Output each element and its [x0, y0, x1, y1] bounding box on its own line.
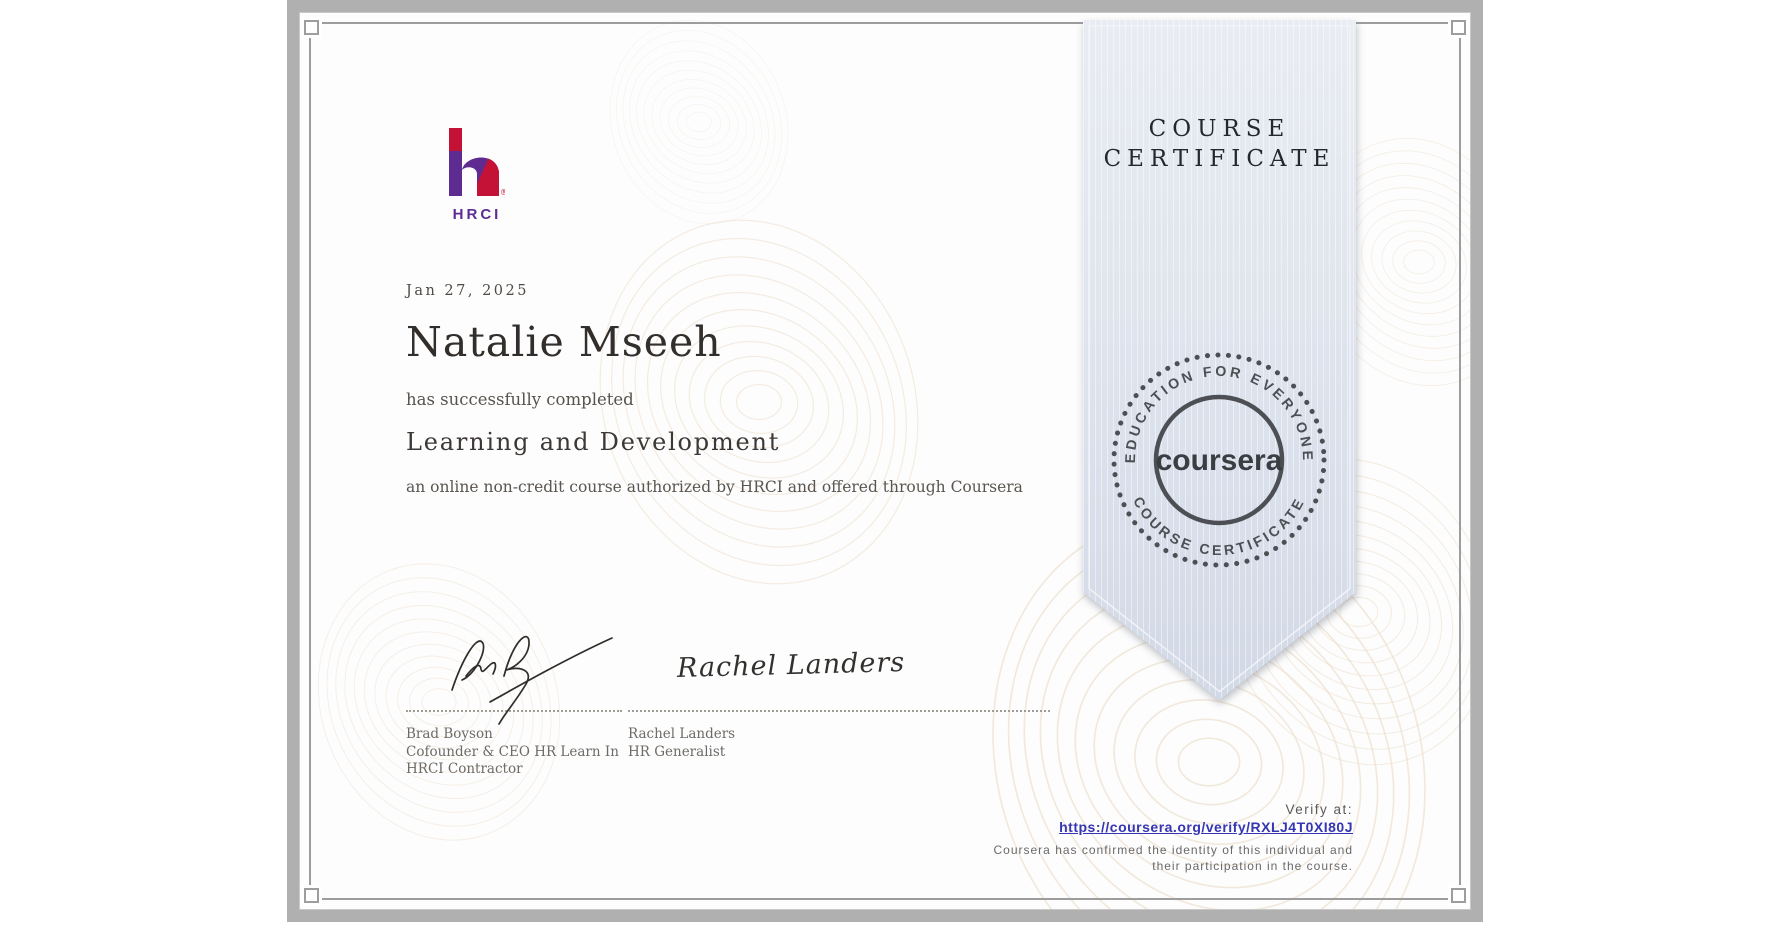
completion-text: has successfully completed: [406, 390, 634, 409]
signatory-title: HRCI Contractor: [406, 761, 523, 777]
signatory-name: Rachel Landers: [628, 726, 736, 742]
ribbon-title: COURSE CERTIFICATE: [1103, 116, 1336, 172]
verify-note: Coursera has confirmed the identity of t…: [993, 843, 1353, 873]
issue-date: Jan 27, 2025: [406, 283, 529, 299]
signatory-block: Rachel Landers HR Generalist: [628, 726, 735, 761]
verify-label: Verify at:: [1285, 802, 1353, 817]
verify-block: Verify at: https://coursera.org/verify/R…: [994, 802, 1354, 874]
svg-text:COURSE CERTIFICATE: COURSE CERTIFICATE: [1129, 494, 1309, 559]
coursera-seal: • EDUCATION FOR EVERYONE • COURSE CERTIF…: [1111, 352, 1327, 568]
corner-ornament: [1451, 888, 1466, 903]
rachel-signature: Rachel Landers: [676, 647, 906, 684]
brad-signature-scribble: [451, 635, 613, 725]
signature-line: [628, 710, 1050, 712]
course-certificate-ribbon: COURSE CERTIFICATE • EDUCATION FOR EVERY…: [1083, 20, 1356, 700]
seal-arc-bottom-text: COURSE CERTIFICATE: [1129, 494, 1305, 559]
course-title: Learning and Development: [406, 428, 781, 456]
registered-mark: ®: [500, 188, 505, 196]
certificate: ® HRCI Jan 27, 2025 Natalie Mseeh has su…: [287, 0, 1483, 922]
hrci-logo: ® HRCI: [437, 128, 517, 223]
verify-link[interactable]: https://coursera.org/verify/RXLJ4T0XI80J: [1059, 819, 1353, 835]
corner-ornament: [304, 20, 319, 35]
signatory-name: Brad Boyson: [406, 726, 493, 742]
hrci-h-icon: ®: [449, 128, 508, 197]
signatory-block: Brad Boyson Cofounder & CEO HR Learn In …: [406, 726, 619, 779]
course-byline: an online non-credit course authorized b…: [406, 478, 1023, 496]
corner-ornament: [304, 888, 319, 903]
coursera-wordmark: coursera: [1156, 444, 1283, 477]
signatory-title: HR Generalist: [628, 743, 726, 760]
hrci-wordmark: HRCI: [452, 206, 502, 223]
corner-ornament: [1451, 20, 1466, 35]
signatory-title: Cofounder & CEO HR Learn In: [406, 743, 619, 760]
recipient-name: Natalie Mseeh: [406, 318, 722, 366]
